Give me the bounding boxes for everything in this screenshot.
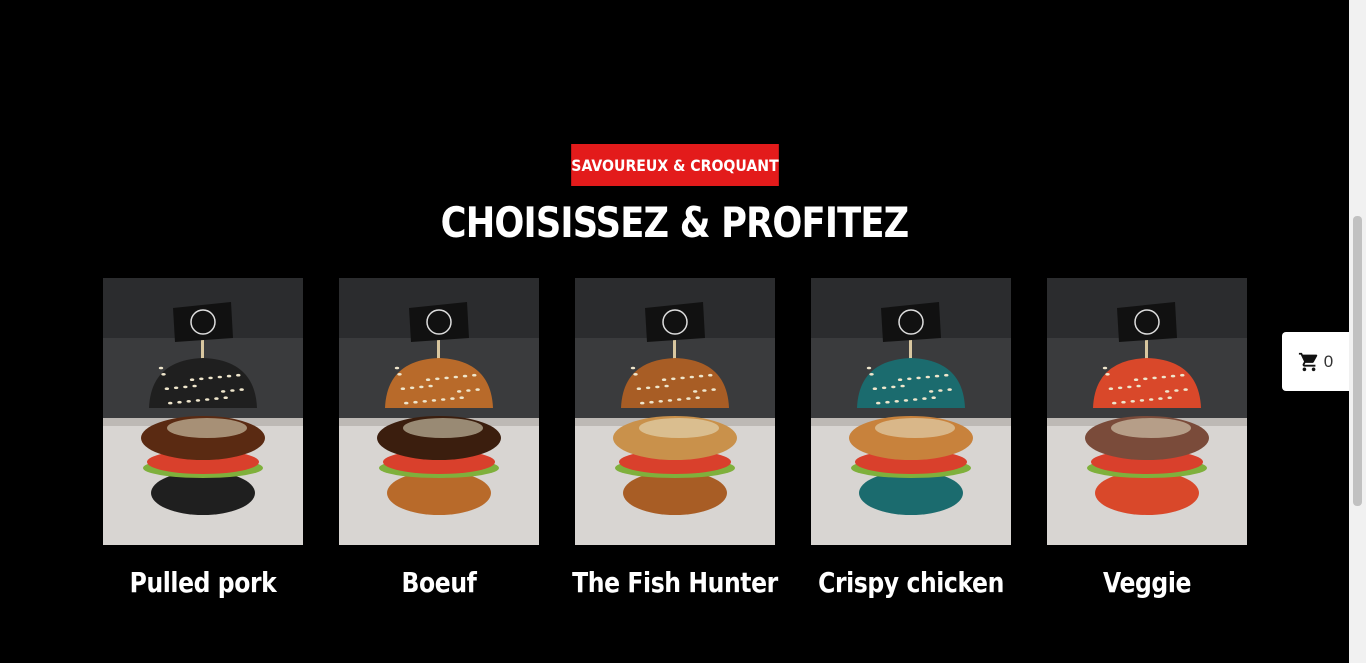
scrollbar-thumb[interactable] (1353, 216, 1362, 506)
product-name[interactable]: Boeuf (313, 566, 565, 599)
cart-icon (1298, 352, 1318, 371)
product-name[interactable]: The Fish Hunter (549, 566, 801, 599)
scrollbar[interactable] (1349, 0, 1366, 663)
product-name[interactable]: Pulled pork (77, 566, 329, 599)
product-image[interactable] (575, 278, 775, 545)
product-image[interactable] (1047, 278, 1247, 545)
cart-count: 0 (1323, 351, 1334, 371)
product-image[interactable] (103, 278, 303, 545)
product-name[interactable]: Crispy chicken (785, 566, 1037, 599)
product-image[interactable] (811, 278, 1011, 545)
cart-button[interactable]: 0 (1282, 332, 1349, 391)
product-card-veggie[interactable]: Veggie (1047, 278, 1247, 599)
product-name[interactable]: Veggie (1021, 566, 1273, 599)
section-title: CHOISISSEZ & PROFITEZ (440, 198, 910, 247)
product-card-fish-hunter[interactable]: The Fish Hunter (572, 278, 778, 599)
section-badge: SAVOUREUX & CROQUANT (571, 144, 779, 186)
menu-section: SAVOUREUX & CROQUANT CHOISISSEZ & PROFIT… (0, 0, 1349, 663)
product-card-crispy-chicken[interactable]: Crispy chicken (811, 278, 1011, 599)
product-card-pulled-pork[interactable]: Pulled pork (103, 278, 303, 599)
product-card-boeuf[interactable]: Boeuf (339, 278, 539, 599)
product-image[interactable] (339, 278, 539, 545)
